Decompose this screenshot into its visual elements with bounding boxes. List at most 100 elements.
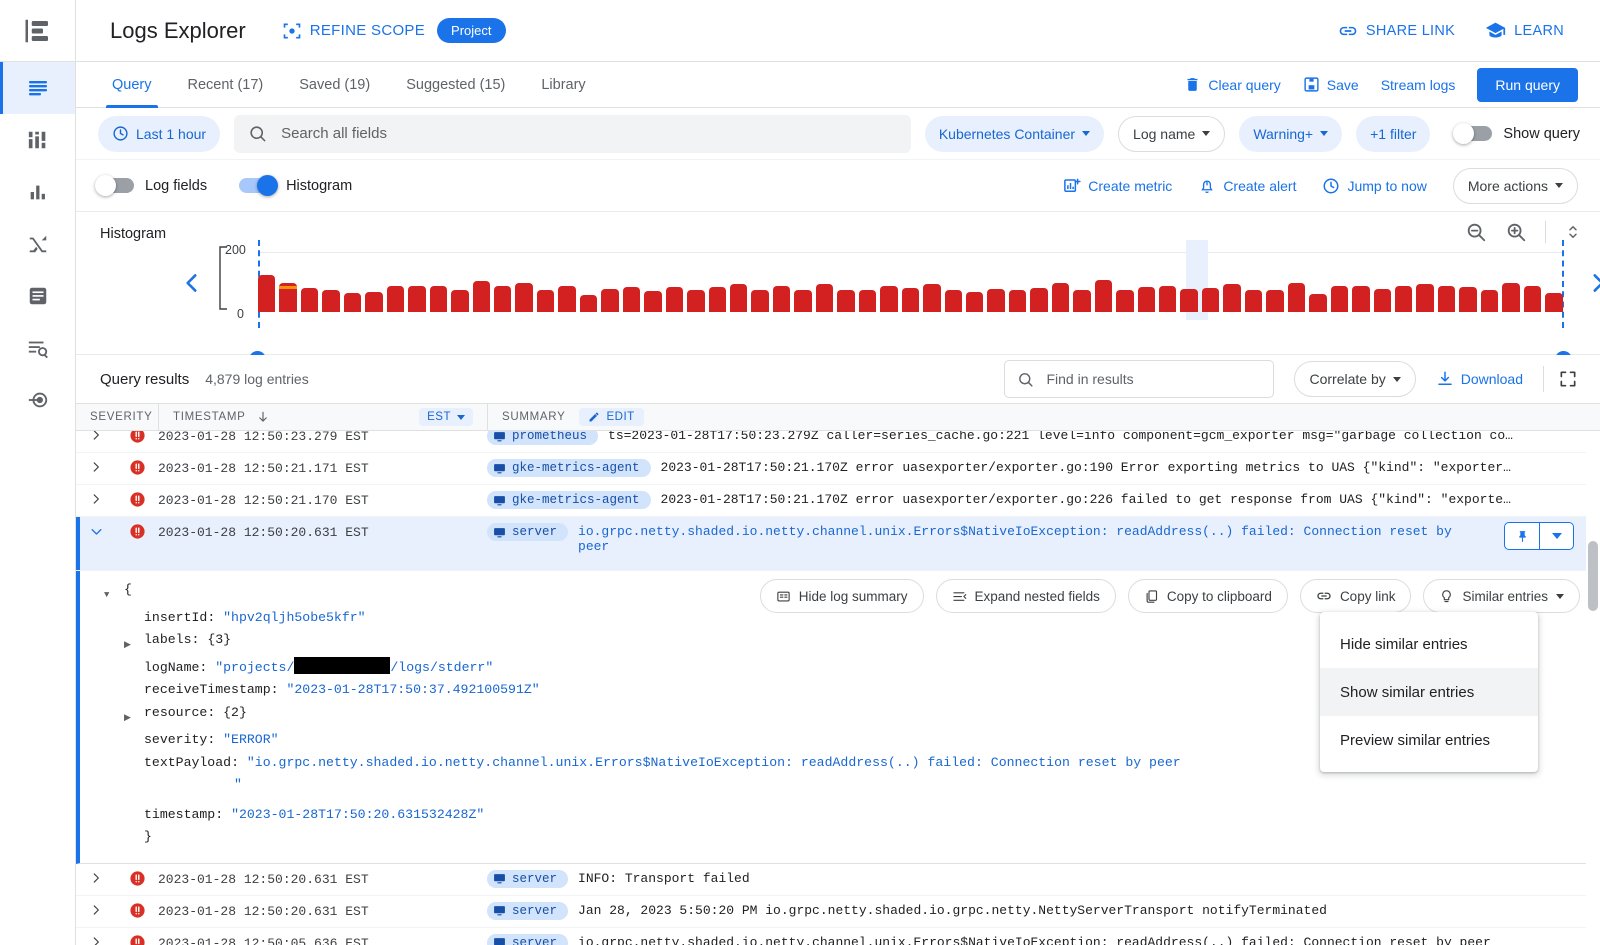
refine-scope-button[interactable]: REFINE SCOPE	[282, 21, 425, 41]
search-all-fields-box[interactable]	[234, 114, 911, 153]
histogram-bar[interactable]	[794, 289, 812, 312]
histogram-bar[interactable]	[451, 290, 469, 312]
create-metric-button[interactable]: Create metric	[1063, 177, 1172, 195]
stream-logs-button[interactable]: Stream logs	[1381, 77, 1456, 93]
log-fields-toggle[interactable]	[95, 175, 134, 196]
resource-chip[interactable]: server	[487, 901, 569, 920]
run-query-button[interactable]: Run query	[1477, 67, 1578, 102]
row-expand-toggle[interactable]	[76, 896, 116, 917]
histogram-bars[interactable]	[258, 252, 1563, 312]
jump-to-now-button[interactable]: Jump to now	[1322, 177, 1427, 195]
histogram-bar[interactable]	[1244, 289, 1263, 312]
resource-chip[interactable]: server	[487, 523, 569, 541]
more-actions-button[interactable]: More actions	[1452, 167, 1578, 204]
histogram-bar[interactable]	[1137, 286, 1156, 312]
histogram-next-button[interactable]	[1585, 270, 1600, 299]
save-query-button[interactable]: Save	[1303, 76, 1359, 93]
resource-chip[interactable]: gke-metrics-agent	[487, 459, 651, 477]
twisty-expanded-icon[interactable]: ▼	[104, 579, 124, 607]
histogram-bar[interactable]	[751, 290, 769, 312]
histogram-bar[interactable]	[408, 286, 426, 312]
row-options-dropdown[interactable]	[1539, 523, 1573, 549]
histogram-bar[interactable]	[1545, 293, 1563, 312]
pin-entry-button[interactable]	[1505, 523, 1539, 549]
show-query-toggle-group[interactable]: Show query	[1453, 123, 1580, 144]
row-expand-toggle[interactable]	[76, 485, 116, 506]
histogram-bar[interactable]	[944, 290, 962, 312]
histogram-bar[interactable]	[1008, 289, 1027, 312]
clear-query-button[interactable]: Clear query	[1184, 76, 1281, 93]
table-row[interactable]: 2023-01-28 12:50:20.631 EST server Jan 2…	[76, 896, 1600, 928]
rail-item-log-metrics[interactable]	[0, 166, 75, 218]
histogram-bar[interactable]	[729, 283, 748, 312]
histogram-bar[interactable]	[365, 292, 383, 312]
expand-nested-fields-button[interactable]: Expand nested fields	[935, 579, 1116, 613]
column-header-timestamp[interactable]: TIMESTAMP EST	[158, 403, 487, 431]
row-collapse-toggle[interactable]	[76, 517, 116, 539]
histogram-bar[interactable]	[687, 290, 705, 312]
histogram-bar[interactable]	[343, 293, 362, 312]
menu-logo-icon[interactable]	[0, 0, 75, 62]
histogram-bar[interactable]	[1073, 290, 1091, 312]
share-link-button[interactable]: SHARE LINK	[1338, 21, 1455, 41]
menu-item-show-similar-entries[interactable]: Show similar entries	[1320, 668, 1538, 716]
scope-project-chip[interactable]: Project	[437, 18, 506, 43]
menu-item-hide-similar-entries[interactable]: Hide similar entries	[1320, 620, 1538, 668]
expand-collapse-icon[interactable]	[1564, 221, 1582, 243]
table-row[interactable]: 2023-01-28 12:50:21.170 EST gke-metrics-…	[76, 485, 1600, 517]
histogram-toggle-group[interactable]: Histogram	[239, 175, 352, 196]
find-in-results-input[interactable]	[1044, 370, 1262, 388]
histogram-bar[interactable]	[1395, 286, 1413, 312]
zoom-out-icon[interactable]	[1465, 221, 1487, 243]
severity-filter-chip[interactable]: Warning+	[1239, 115, 1343, 152]
histogram-bar[interactable]	[987, 288, 1005, 312]
create-alert-button[interactable]: Create alert	[1198, 177, 1296, 195]
histogram-bar[interactable]	[923, 283, 941, 312]
histogram-toggle[interactable]	[239, 175, 279, 196]
row-expand-toggle[interactable]	[76, 928, 116, 945]
hide-log-summary-button[interactable]: Hide log summary	[759, 579, 924, 613]
histogram-bar[interactable]	[708, 287, 726, 312]
histogram-bar[interactable]	[1416, 283, 1434, 312]
histogram-bar[interactable]	[1287, 282, 1306, 312]
histogram-bar[interactable]	[815, 284, 834, 312]
histogram-bar[interactable]	[1094, 280, 1113, 312]
histogram-bar[interactable]	[515, 282, 533, 312]
histogram-bar[interactable]	[880, 286, 898, 312]
similar-entries-button[interactable]: Similar entries	[1423, 579, 1580, 613]
log-fields-toggle-group[interactable]: Log fields	[95, 175, 207, 196]
learn-button[interactable]: LEARN	[1485, 20, 1564, 41]
results-scrollbar-thumb[interactable]	[1588, 541, 1598, 611]
histogram-bar[interactable]	[1159, 285, 1177, 312]
resource-filter-chip[interactable]: Kubernetes Container	[924, 115, 1105, 152]
table-row[interactable]: 2023-01-28 12:50:20.631 EST server INFO:…	[76, 864, 1600, 896]
extra-filters-chip[interactable]: +1 filter	[1356, 115, 1431, 152]
resource-chip[interactable]: server	[487, 933, 569, 945]
histogram-bar[interactable]	[1030, 288, 1048, 312]
table-row[interactable]: 2023-01-28 12:50:05.636 EST server io.gr…	[76, 928, 1600, 945]
histogram-bar[interactable]	[558, 286, 576, 312]
histogram-bar[interactable]	[300, 288, 319, 312]
histogram-plot[interactable]: 200 0 PM 12:30 PM Jan 28, 11:54 AM Ja	[181, 240, 1600, 401]
histogram-bar[interactable]	[601, 288, 619, 312]
histogram-bar[interactable]	[472, 281, 490, 312]
similar-entries-menu[interactable]: Hide similar entries Show similar entrie…	[1320, 612, 1538, 772]
histogram-bar[interactable]	[1266, 290, 1284, 312]
histogram-bar[interactable]	[858, 289, 877, 312]
histogram-bar[interactable]	[1459, 286, 1477, 312]
histogram-bar[interactable]	[965, 292, 984, 312]
search-input[interactable]	[279, 124, 897, 143]
tab-saved[interactable]: Saved (19)	[281, 62, 388, 108]
histogram-bar[interactable]	[429, 285, 448, 312]
row-expand-toggle[interactable]	[76, 431, 116, 442]
histogram-bar[interactable]	[1223, 284, 1241, 312]
timezone-selector[interactable]: EST	[419, 408, 473, 426]
resource-chip[interactable]: prometheus	[487, 431, 599, 445]
table-row[interactable]: 2023-01-28 12:50:21.171 EST gke-metrics-…	[76, 453, 1600, 485]
histogram-bar[interactable]	[1051, 282, 1070, 312]
histogram-bar[interactable]	[1309, 294, 1327, 312]
time-range-chip[interactable]: Last 1 hour	[98, 115, 221, 152]
histogram-bar[interactable]	[1437, 286, 1456, 312]
rail-item-logs-explorer[interactable]	[0, 62, 75, 114]
tab-suggested[interactable]: Suggested (15)	[388, 62, 523, 108]
